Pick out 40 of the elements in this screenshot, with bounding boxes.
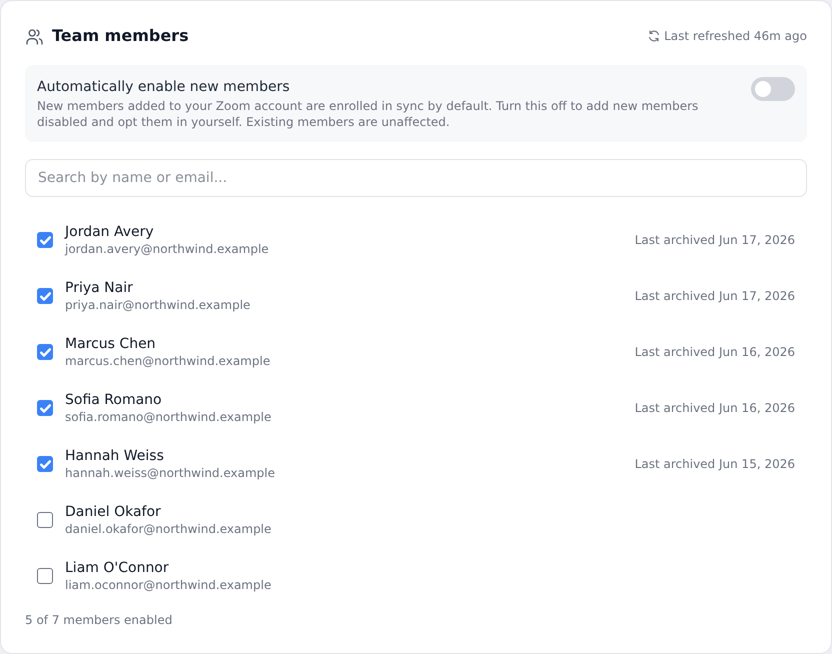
setting-title: Automatically enable new members xyxy=(37,78,290,96)
checkmark-icon xyxy=(40,458,50,470)
last-refreshed-text: Last refreshed 46m ago xyxy=(664,28,807,44)
checkbox[interactable] xyxy=(37,288,53,304)
last-archived-date: Last archived Jun 17, 2026 xyxy=(634,232,795,248)
checkbox[interactable] xyxy=(37,232,53,248)
member-name: Sofia Romano xyxy=(65,391,162,409)
checkmark-icon xyxy=(40,402,50,414)
member-name: Marcus Chen xyxy=(65,335,156,353)
member-name: Jordan Avery xyxy=(65,223,154,241)
refresh-icon xyxy=(648,30,660,42)
checkbox[interactable] xyxy=(37,400,53,416)
member-email: sofia.romano@northwind.example xyxy=(65,409,272,425)
member-email: jordan.avery@northwind.example xyxy=(65,241,269,257)
members-enabled-count: 5 of 7 members enabled xyxy=(25,612,172,628)
users-icon xyxy=(26,28,43,44)
member-name: Liam O'Connor xyxy=(65,559,169,577)
last-archived-date: Last archived Jun 17, 2026 xyxy=(634,288,795,304)
member-name: Daniel Okafor xyxy=(65,503,161,521)
checkmark-icon xyxy=(40,346,50,358)
checkbox[interactable] xyxy=(37,512,53,528)
member-name: Hannah Weiss xyxy=(65,447,164,465)
last-archived-date: Last archived Jun 16, 2026 xyxy=(634,344,795,360)
toggle-switch[interactable] xyxy=(751,77,795,101)
section-title: Team members xyxy=(52,25,189,47)
member-email: marcus.chen@northwind.example xyxy=(65,353,270,369)
search-field[interactable]: Search by name or email... xyxy=(25,159,807,197)
checkbox[interactable] xyxy=(37,456,53,472)
last-archived-date: Last archived Jun 15, 2026 xyxy=(634,456,795,472)
last-archived-date: Last archived Jun 16, 2026 xyxy=(634,400,795,416)
checkmark-icon xyxy=(40,290,50,302)
member-email: priya.nair@northwind.example xyxy=(65,297,250,313)
member-name: Priya Nair xyxy=(65,279,133,297)
member-email: daniel.okafor@northwind.example xyxy=(65,521,272,537)
checkmark-icon xyxy=(40,234,50,246)
member-email: liam.oconnor@northwind.example xyxy=(65,577,272,593)
checkbox[interactable] xyxy=(37,344,53,360)
member-email: hannah.weiss@northwind.example xyxy=(65,465,276,481)
checkbox[interactable] xyxy=(37,568,53,584)
setting-description: New members added to your Zoom account are enrolled in sync by default. Turn this off to add new members disabled and opt them in yourself. Existing members are unaffected. xyxy=(37,98,700,130)
